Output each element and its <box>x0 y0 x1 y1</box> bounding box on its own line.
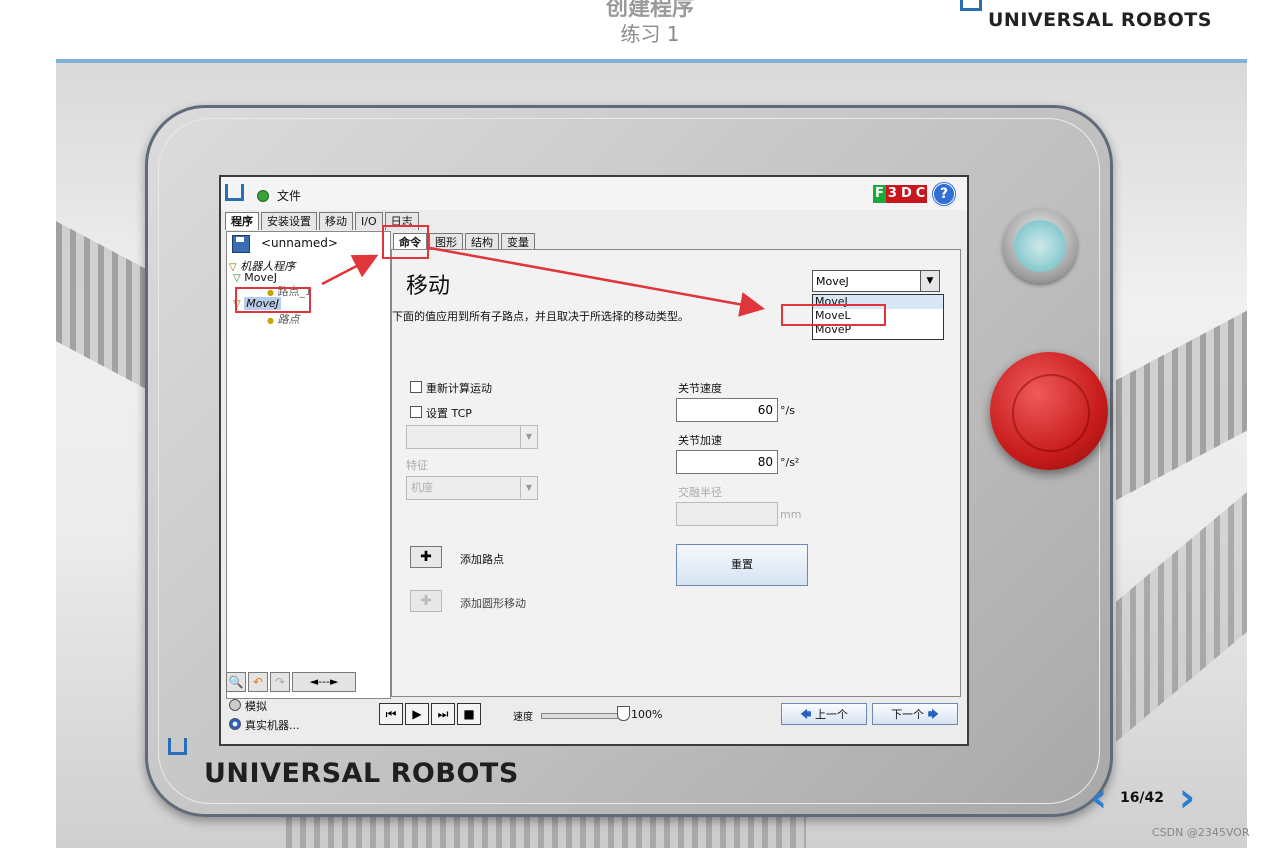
top-bar: 文件 F 3 D C ? <box>221 177 967 210</box>
ur-logo-icon <box>960 0 982 11</box>
skip-back-icon[interactable]: ⏮ <box>379 703 403 725</box>
tab-io[interactable]: I/O <box>355 212 383 230</box>
blend-radius-label: 交融半径 <box>678 486 722 499</box>
chevron-down-icon: ▼ <box>520 426 537 448</box>
recalc-checkbox[interactable]: 重新计算运动 <box>410 380 492 396</box>
set-tcp-checkbox[interactable]: 设置 TCP <box>410 405 472 421</box>
feature-value: 机座 <box>411 481 433 494</box>
tree-label: 路点 <box>277 313 300 326</box>
playback-bar: ⏮ ▶ ⏭ ■ 速度 100% 🡄 上一个 下一个 🡆 <box>221 699 967 744</box>
play-icon[interactable]: ▶ <box>405 703 429 725</box>
undo-icon[interactable]: ↶ <box>248 672 268 692</box>
conveyor-right-bottom <box>1116 484 1247 742</box>
joint-accel-unit: °/s² <box>780 456 800 469</box>
set-tcp-label: 设置 TCP <box>426 407 472 420</box>
next-button[interactable]: 下一个 🡆 <box>872 703 958 725</box>
previous-label: 上一个 <box>814 708 848 721</box>
tab-program[interactable]: 程序 <box>225 212 259 230</box>
tree-toolbar: 🔍 ↶ ↷ ◄---► <box>226 672 356 692</box>
expand-icon: ▽ <box>233 273 241 284</box>
add-circle-move-button[interactable]: ✚ <box>410 590 442 612</box>
checkbox-icon <box>410 406 422 418</box>
move-type-select[interactable]: MoveJ ▼ <box>812 270 940 292</box>
tab-installation[interactable]: 安装设置 <box>261 212 317 230</box>
estop-ring <box>1012 374 1090 452</box>
feature-label: 特征 <box>406 459 428 472</box>
tab-move[interactable]: 移动 <box>319 212 353 230</box>
file-menu[interactable]: 文件 <box>277 187 301 204</box>
stop-icon[interactable]: ■ <box>457 703 481 725</box>
blend-radius-unit: mm <box>780 508 802 521</box>
recalc-label: 重新计算运动 <box>426 382 492 395</box>
slide-subtitle: 练习 1 <box>620 22 680 46</box>
reset-button[interactable]: 重置 <box>676 544 808 586</box>
annotation-box-command-tab <box>382 225 429 259</box>
tree-item-waypoint-2[interactable]: ● 路点 <box>267 311 299 327</box>
emergency-stop-button[interactable] <box>990 352 1108 470</box>
joint-speed-input[interactable]: 60 <box>676 398 778 422</box>
slide-next-icon[interactable]: › <box>1170 778 1204 818</box>
step-icon[interactable]: ⏭ <box>431 703 455 725</box>
badge-d: D <box>898 185 914 203</box>
move-tree-button[interactable]: ◄---► <box>292 672 356 692</box>
chevron-down-icon: ▼ <box>520 477 537 499</box>
blend-radius-input[interactable] <box>676 502 778 526</box>
annotation-box-movel <box>781 304 886 326</box>
previous-button[interactable]: 🡄 上一个 <box>781 703 867 725</box>
f3dc-badge: F 3 D C <box>873 185 928 203</box>
command-title: 移动 <box>406 274 451 299</box>
ur-logo-icon <box>225 184 244 201</box>
badge-3: 3 <box>885 185 899 203</box>
watermark: CSDN @2345VOR <box>1152 826 1250 839</box>
brand-name: UNIVERSAL ROBOTS <box>988 9 1212 31</box>
badge-c: C <box>913 185 928 203</box>
plus-icon: ✚ <box>420 593 432 609</box>
add-waypoint-label: 添加路点 <box>460 553 504 566</box>
arrow-left-icon: 🡄 <box>800 708 812 721</box>
chevron-down-icon[interactable]: ▼ <box>920 271 939 291</box>
joint-speed-label: 关节速度 <box>678 382 722 395</box>
speed-label: 速度 <box>513 712 533 723</box>
page-number: 16/42 <box>1119 790 1165 806</box>
joint-accel-label: 关节加速 <box>678 434 722 447</box>
command-description: 下面的值应用到所有子路点，并且取决于所选择的移动类型。 <box>392 310 689 323</box>
status-dot-icon <box>257 190 269 202</box>
conveyor-right-top <box>1116 305 1247 501</box>
badge-f: F <box>873 185 886 203</box>
feature-select[interactable]: 机座 ▼ <box>406 476 538 500</box>
power-icon <box>1014 220 1066 272</box>
speed-value: 100% <box>631 708 663 721</box>
brand-name: UNIVERSAL ROBOTS <box>204 758 519 789</box>
add-waypoint-button[interactable]: ✚ <box>410 546 442 568</box>
polyscope-screen: 文件 F 3 D C ? 程序 安装设置 移动 I/O 日志 <unnamed>… <box>219 175 969 746</box>
add-circle-move-label: 添加圆形移动 <box>460 597 526 610</box>
search-icon[interactable]: 🔍 <box>226 672 246 692</box>
speed-slider-handle[interactable] <box>617 706 630 721</box>
joint-speed-unit: °/s <box>780 404 795 417</box>
power-button[interactable] <box>1003 209 1077 283</box>
program-name: <unnamed> <box>261 236 338 250</box>
arrow-right-icon: 🡆 <box>927 708 939 721</box>
move-type-value: MoveJ <box>816 275 849 288</box>
plus-icon: ✚ <box>420 549 432 565</box>
playback-controls: ⏮ ▶ ⏭ ■ <box>379 703 481 725</box>
next-label: 下一个 <box>891 708 925 721</box>
help-icon[interactable]: ? <box>933 183 955 205</box>
joint-accel-input[interactable]: 80 <box>676 450 778 474</box>
waypoint-icon: ● <box>267 316 274 325</box>
checkbox-icon <box>410 381 422 393</box>
redo-icon[interactable]: ↷ <box>270 672 290 692</box>
tcp-select[interactable]: ▼ <box>406 425 538 449</box>
ur-logo-icon <box>168 738 187 755</box>
speed-slider[interactable] <box>541 713 627 719</box>
slide-prev-icon[interactable]: ‹ <box>1082 778 1116 818</box>
annotation-box-tree <box>235 287 311 313</box>
save-icon[interactable] <box>232 235 250 253</box>
